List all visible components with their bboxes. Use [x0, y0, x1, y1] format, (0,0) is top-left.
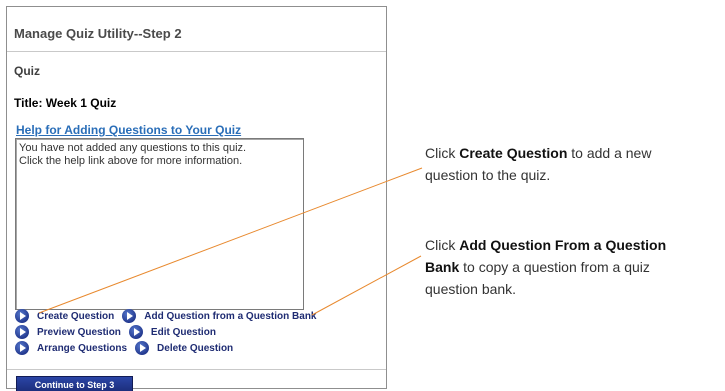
play-circle-icon — [128, 325, 143, 339]
play-circle-icon — [15, 325, 29, 339]
divider — [7, 51, 386, 52]
callout-create-question: Click Create Question to add a new quest… — [425, 142, 725, 186]
create-question-button[interactable]: Create Question — [15, 309, 114, 323]
callout-text: to add a new — [567, 145, 652, 161]
add-from-bank-button[interactable]: Add Question from a Question Bank — [122, 309, 317, 323]
callout-text: question to the quiz. — [425, 167, 551, 183]
edit-question-label: Edit Question — [150, 326, 216, 338]
play-circle-icon — [135, 341, 150, 355]
callout-bold: Bank — [425, 259, 460, 275]
screenshot-stage: Manage Quiz Utility--Step 2 Quiz Title: … — [0, 0, 725, 391]
play-circle-icon — [15, 309, 29, 323]
continue-button[interactable]: Continue to Step 3 — [16, 376, 133, 391]
action-row-2: Preview Question Edit Question — [15, 324, 325, 340]
arrange-questions-button[interactable]: Arrange Questions — [15, 341, 127, 355]
callout-text: Click — [425, 237, 460, 253]
action-row-3: Arrange Questions Delete Question — [15, 340, 325, 356]
delete-question-button[interactable]: Delete Question — [135, 341, 233, 355]
callout-add-from-bank: Click Add Question From a Question Bank … — [425, 234, 725, 300]
questions-list-box[interactable]: You have not added any questions to this… — [15, 138, 304, 310]
create-question-label: Create Question — [37, 310, 115, 322]
preview-question-button[interactable]: Preview Question — [15, 325, 121, 339]
question-actions: Create Question Add Question from a Ques… — [15, 308, 325, 356]
section-label: Quiz — [14, 64, 40, 78]
callout-text: Click — [425, 145, 460, 161]
preview-question-label: Preview Question — [37, 326, 121, 338]
callout-bold: Add Question From a Question — [459, 237, 667, 253]
empty-message-line2: Click the help link above for more infor… — [19, 155, 243, 167]
play-circle-icon — [15, 341, 29, 355]
edit-question-button[interactable]: Edit Question — [128, 325, 216, 339]
callout-text: question bank. — [425, 281, 517, 297]
quiz-title: Title: Week 1 Quiz — [14, 96, 117, 110]
help-link[interactable]: Help for Adding Questions to Your Quiz — [16, 123, 241, 137]
callout-text: to copy a question from a quiz — [459, 259, 650, 275]
empty-message-line1: You have not added any questions to this… — [19, 142, 247, 154]
callout-bold: Create Question — [459, 145, 568, 161]
arrange-questions-label: Arrange Questions — [37, 342, 128, 354]
play-circle-icon — [122, 309, 137, 323]
action-row-1: Create Question Add Question from a Ques… — [15, 308, 325, 324]
divider — [7, 369, 386, 370]
delete-question-label: Delete Question — [157, 342, 234, 354]
manage-quiz-panel: Manage Quiz Utility--Step 2 Quiz Title: … — [6, 6, 387, 391]
add-from-bank-label: Add Question from a Question Bank — [144, 310, 317, 322]
page-title: Manage Quiz Utility--Step 2 — [14, 26, 182, 41]
